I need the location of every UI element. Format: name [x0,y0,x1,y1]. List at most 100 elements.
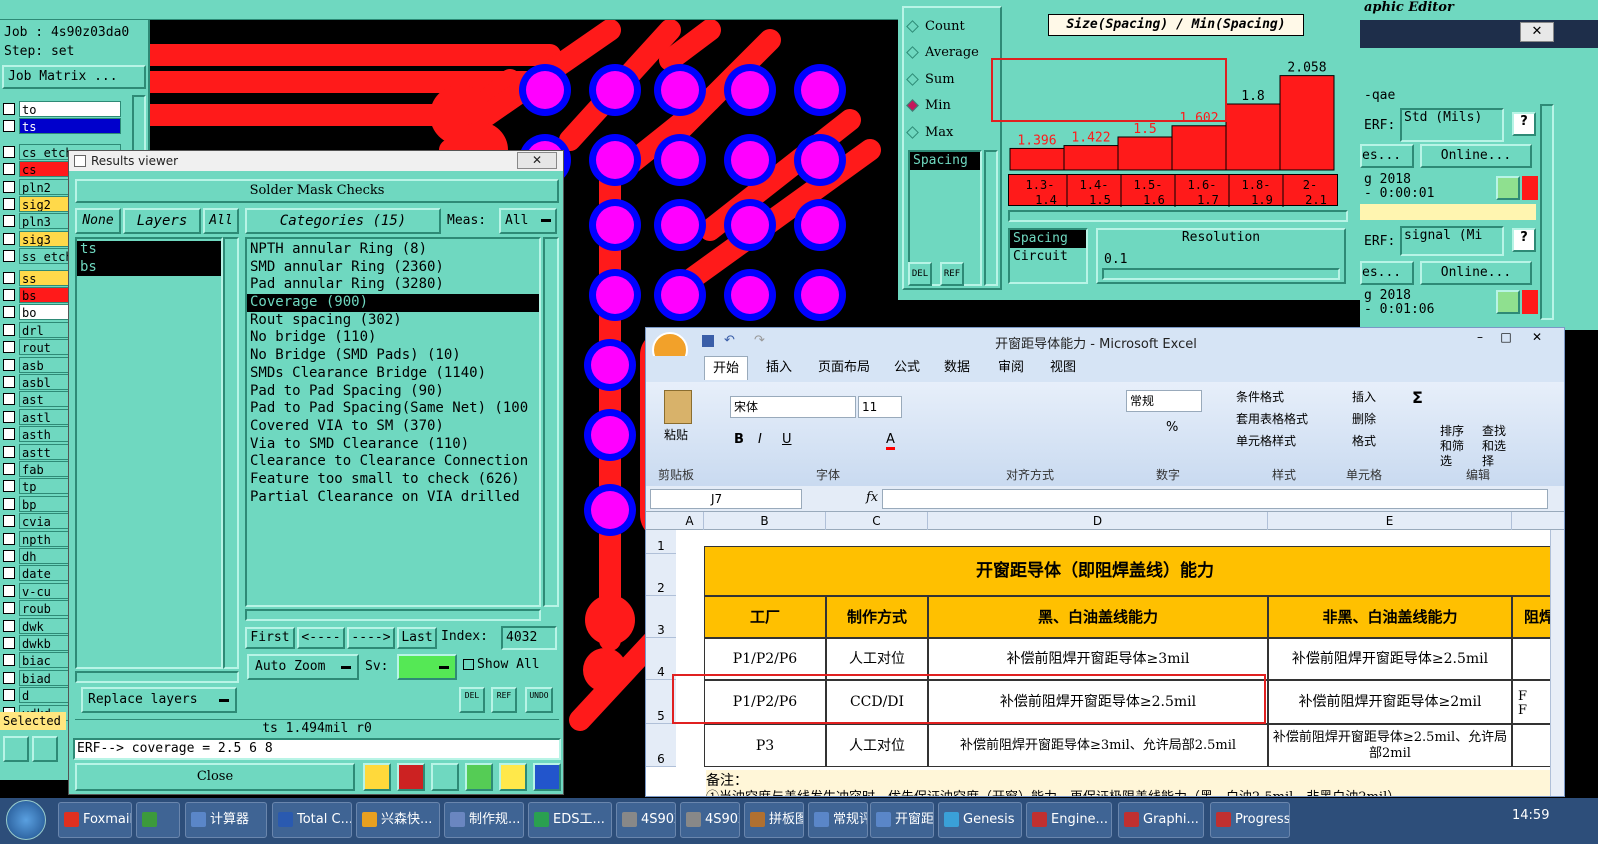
taskbar-item[interactable]: Total C... [272,802,352,838]
online-button-1[interactable]: Online... [1420,144,1532,168]
percent-button[interactable]: % [1166,420,1178,435]
option-average[interactable]: Average [906,43,979,63]
table-cell[interactable]: 补偿前阻焊开窗距导体≥3mil、允许局部2.5mil [928,724,1268,767]
row-header[interactable]: 1 [646,530,676,554]
taskbar-item[interactable]: 拼板图 ... [744,802,804,838]
taskbar-item[interactable]: 常规评... [808,802,868,838]
meas-select[interactable]: All [499,208,557,234]
category-item[interactable]: Pad to Pad Spacing(Same Net) (100 [247,400,539,418]
layer-checkbox[interactable] [3,341,15,354]
toolbar-icon-1[interactable] [363,763,391,791]
table-cell[interactable]: 补偿前阻焊开窗距导体≥2.5mil [1268,638,1512,680]
name-box[interactable]: J7 [650,489,802,509]
category-item[interactable]: Coverage (900) [247,294,539,312]
job-matrix-button[interactable]: Job Matrix ... [2,65,146,89]
category-item[interactable]: Covered VIA to SM (370) [247,418,539,436]
layer-checkbox[interactable] [3,671,15,684]
toolbar-icon-2[interactable] [397,763,425,791]
layer-checkbox[interactable] [3,567,15,580]
taskbar-item[interactable]: 4S90Z0... [616,802,676,838]
ribbon-tab[interactable]: 页面布局 [810,356,878,380]
layer-checkbox[interactable] [3,323,15,336]
chart-bar[interactable] [1171,125,1227,171]
layer-checkbox[interactable] [3,463,15,475]
chart-bar[interactable] [1225,103,1281,171]
category-item[interactable]: SMDs Clearance Bridge (1140) [247,365,539,383]
option-min[interactable]: Min [906,96,951,116]
chart-bar[interactable] [1063,145,1119,171]
table-cell-partial[interactable]: F F [1518,690,1530,718]
layer-checkbox[interactable] [3,515,15,528]
taskbar-item[interactable] [136,802,180,838]
ribbon-tab[interactable]: 开始 [704,356,749,380]
taskbar-item[interactable]: 开窗距... [870,802,934,838]
sv-select[interactable] [397,654,457,680]
header-cell[interactable]: 黑、白油盖线能力 [928,596,1268,638]
option-count[interactable]: Count [906,16,965,36]
graphic-editor-scrollbar[interactable] [1540,104,1554,320]
taskbar-item[interactable]: Progress [1210,802,1290,838]
ribbon-tab[interactable]: 数据 [936,356,978,380]
layer-checkbox[interactable] [3,550,15,562]
autosum-button[interactable]: Σ [1412,388,1423,407]
spreadsheet-grid[interactable]: A B C D E 1 2 3 4 5 6 开窗距导体（即阻焊盖线）能力 工厂 制作方式 黑、白油盖线能力非… [646,512,1564,796]
column-header[interactable]: D [928,512,1268,530]
maximize-button[interactable]: □ [1494,330,1518,348]
first-button[interactable]: First [245,627,295,649]
index-input[interactable]: 4032 [501,626,557,650]
italic-button[interactable]: I [758,432,762,447]
header-cell[interactable]: 非黑、白油盖线能力 [1268,596,1512,638]
replace-layers-select[interactable]: Replace layers [81,687,237,713]
option-sum[interactable]: Sum [906,69,955,89]
list-item[interactable]: Spacing [1010,230,1086,248]
layer-checkbox[interactable] [3,163,15,176]
categories-hscroll[interactable] [245,609,541,621]
category-item[interactable]: Partial Clearance on VIA drilled [247,489,539,507]
number-format-select[interactable]: 常规 [1126,390,1202,412]
font-color-button[interactable]: A [886,432,895,450]
chart-bar[interactable] [1117,136,1173,171]
histogram-del-button[interactable]: DEL [908,262,932,286]
taskbar-item[interactable]: 制作规... [444,802,524,838]
list-item[interactable]: Spacing [910,152,980,170]
table-cell[interactable]: P3 [704,724,826,767]
histogram-hscroll[interactable] [1008,210,1348,222]
res-button-2[interactable]: es... [1360,261,1414,285]
category-item[interactable]: Rout spacing (302) [247,312,539,330]
layer-checkbox[interactable] [3,306,15,319]
delete-cells-button[interactable]: 删除 [1352,410,1376,427]
layer-checkbox[interactable] [3,145,15,158]
del-button[interactable]: DEL [459,687,485,713]
category-item[interactable]: SMD annular Ring (2360) [247,259,539,277]
layer-checkbox[interactable] [3,120,15,133]
ribbon-tab[interactable]: 插入 [758,356,800,380]
taskbar-item[interactable]: Foxmail [58,802,132,838]
cell-style-button[interactable]: 单元格样式 [1236,432,1296,449]
layer-checkbox[interactable] [3,250,15,263]
histogram-list-1-scrollbar[interactable] [984,150,998,286]
conditional-format-button[interactable]: 条件格式 [1236,388,1284,405]
sheet-title[interactable]: 开窗距导体（即阻焊盖线）能力 [704,546,1564,596]
row-header[interactable]: 3 [646,596,676,638]
layer-checkbox[interactable] [3,445,15,458]
row-header[interactable]: 6 [646,724,676,767]
help-button-1[interactable]: ? [1512,112,1536,136]
close-button[interactable]: Close [75,763,355,791]
layers-vscroll[interactable] [223,237,239,669]
category-item[interactable]: Via to SMD Clearance (110) [247,436,539,454]
category-item[interactable]: Pad annular Ring (3280) [247,276,539,294]
column-header[interactable]: B [704,512,826,530]
table-cell[interactable]: 人工对位 [826,724,928,767]
prev-button[interactable]: <---- [297,627,345,649]
ribbon-tab[interactable]: 视图 [1042,356,1084,380]
taskbar-item[interactable]: 计算器 [185,802,267,838]
taskbar-item[interactable]: EDS工... [528,802,612,838]
histogram-list-2[interactable]: Spacing Circuit [1008,228,1088,284]
paste-icon[interactable] [664,390,692,424]
font-size-select[interactable]: 11 [858,396,902,418]
toolbar-icon-5[interactable] [499,763,527,791]
font-name-select[interactable]: 宋体 [730,396,856,418]
format-cells-button[interactable]: 格式 [1352,432,1376,449]
category-item[interactable]: No bridge (110) [247,329,539,347]
toolbar-icon-3[interactable] [431,763,459,791]
